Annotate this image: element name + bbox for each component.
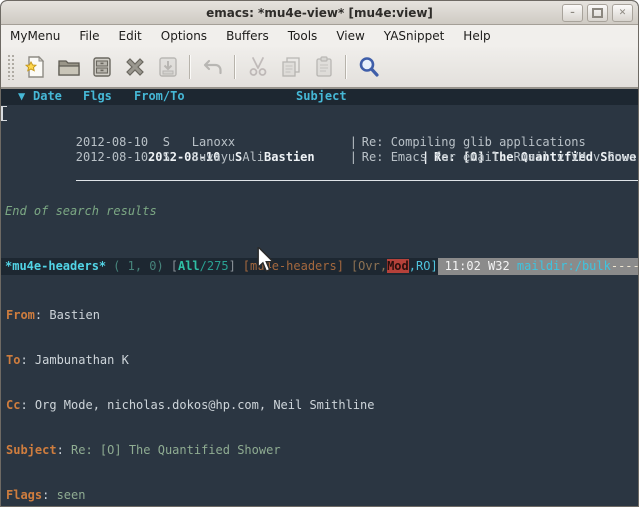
message-header-field: Flags: seen (6, 488, 638, 503)
toolbar-drag-handle[interactable] (7, 54, 15, 80)
field-label: From (6, 308, 35, 322)
emacs-frame: ▼ Date Flgs From/To Subject 2012-08-10SB… (1, 89, 638, 507)
menubar: MyMenu File Edit Options Buffers Tools V… (1, 25, 638, 47)
toolbar-separator (189, 55, 191, 79)
search-icon[interactable] (352, 52, 385, 82)
column-from-to[interactable]: From/To (134, 89, 296, 105)
filter-label: All (178, 259, 200, 273)
field-colon: : (57, 443, 71, 457)
menu-item-options[interactable]: Options (160, 27, 208, 45)
maildir-indicator: maildir:/bulk (517, 259, 611, 273)
modeline-headers[interactable]: *mu4e-headers*( 1, 0)[All/275][mu4e-head… (1, 258, 638, 275)
emacs-window: emacs: *mu4e-view* [mu4e:view] – ✕ MyMen… (0, 0, 639, 507)
close-button[interactable]: ✕ (612, 4, 633, 22)
menu-item-edit[interactable]: Edit (118, 27, 143, 45)
menu-item-buffers[interactable]: Buffers (225, 27, 270, 45)
message-header-field: Subject: Re: [O] The Quantified Shower (6, 443, 638, 458)
field-colon: : (20, 398, 34, 412)
cut-icon[interactable] (241, 52, 274, 82)
toolbar-separator (234, 55, 236, 79)
new-file-icon[interactable] (19, 52, 52, 82)
message-count: /275 (200, 259, 229, 273)
field-value[interactable]: Bastien (49, 308, 100, 322)
message-header-field: From: Bastien (6, 308, 638, 323)
sort-descending-icon[interactable]: ▼ (18, 89, 33, 105)
field-colon: : (42, 488, 56, 502)
row-flags: S (163, 150, 192, 165)
table-row[interactable]: 2012-08-10SSuvayu Ali|Re: Emacs for emai… (1, 135, 638, 150)
field-colon: : (35, 308, 49, 322)
open-folder-icon[interactable] (52, 52, 85, 82)
field-label: To (6, 353, 20, 367)
message-header-field: To: Jambunathan K (6, 353, 638, 368)
headers-header-line[interactable]: ▼ Date Flgs From/To Subject (1, 89, 638, 105)
dired-icon[interactable] (85, 52, 118, 82)
field-label: Cc (6, 398, 20, 412)
modeline-dashes: ------------------------------ (611, 259, 638, 273)
message-header-field: Cc: Org Mode, nicholas.dokos@hp.com, Nei… (6, 398, 638, 413)
field-value: Re: [O] The Quantified Shower (71, 443, 281, 457)
row-date: 2012-08-10 (76, 150, 163, 165)
row-subject: Re: Emacs for email: Rmail v VM v Gnus (362, 150, 637, 164)
current-row-fringe-mark (1, 106, 7, 121)
close-icon: ✕ (619, 9, 627, 18)
field-value[interactable]: Jambunathan K (35, 353, 129, 367)
bracket: [ (171, 259, 178, 273)
field-value: seen (57, 488, 86, 502)
bracket: ] (229, 259, 236, 273)
headers-list: 2012-08-10SBastien|Re: [O] The Quantifie… (1, 105, 638, 204)
column-date[interactable]: Date (33, 89, 83, 105)
save-icon[interactable] (151, 52, 184, 82)
minimize-button[interactable]: – (562, 4, 583, 22)
menu-item-view[interactable]: View (335, 27, 365, 45)
field-label: Subject (6, 443, 57, 457)
menu-item-help[interactable]: Help (462, 27, 491, 45)
field-label: Flags (6, 488, 42, 502)
toolbar-separator (345, 55, 347, 79)
buffer-flags: [Ovr, (351, 259, 387, 273)
field-value[interactable]: Org Mode, nicholas.dokos@hp.com, Neil Sm… (35, 398, 375, 412)
cursor-position: ( 1, 0) (113, 259, 164, 273)
maximize-icon (592, 8, 603, 18)
mouse-cursor (255, 247, 277, 277)
paste-icon[interactable] (307, 52, 340, 82)
minimize-icon: – (570, 9, 575, 18)
toolbar (1, 47, 638, 89)
table-row[interactable]: 2012-08-10SLanoxx|Re: Compiling glib app… (1, 120, 638, 135)
buffer-name: *mu4e-headers* (5, 259, 106, 273)
menu-item-file[interactable]: File (78, 27, 100, 45)
column-subject[interactable]: Subject (296, 89, 347, 105)
column-flags[interactable]: Flgs (83, 89, 134, 105)
window-title: emacs: *mu4e-view* [mu4e:view] (1, 6, 638, 20)
readonly-flag: ,RO] (409, 259, 438, 273)
time-indicator: 11:02 W32 (445, 259, 517, 273)
menu-item-mymenu[interactable]: MyMenu (9, 27, 61, 45)
field-colon: : (20, 353, 34, 367)
end-of-search-results: End of search results (1, 204, 638, 219)
undo-icon[interactable] (196, 52, 229, 82)
maximize-button[interactable] (587, 4, 608, 22)
copy-icon[interactable] (274, 52, 307, 82)
row-separator: | (350, 150, 362, 165)
close-buffer-icon[interactable] (118, 52, 151, 82)
headers-empty-area (1, 219, 638, 258)
message-view: From: Bastien To: Jambunathan K Cc: Org … (1, 275, 638, 507)
menu-item-yasnippet[interactable]: YASnippet (383, 27, 446, 45)
window-titlebar[interactable]: emacs: *mu4e-view* [mu4e:view] – ✕ (1, 1, 638, 25)
table-row[interactable]: 2012-08-10SBastien|Re: [O] The Quantifie… (1, 105, 638, 120)
modified-flag: Mod (387, 259, 409, 273)
menu-item-tools[interactable]: Tools (287, 27, 319, 45)
row-from: Suvayu Ali (192, 150, 350, 165)
